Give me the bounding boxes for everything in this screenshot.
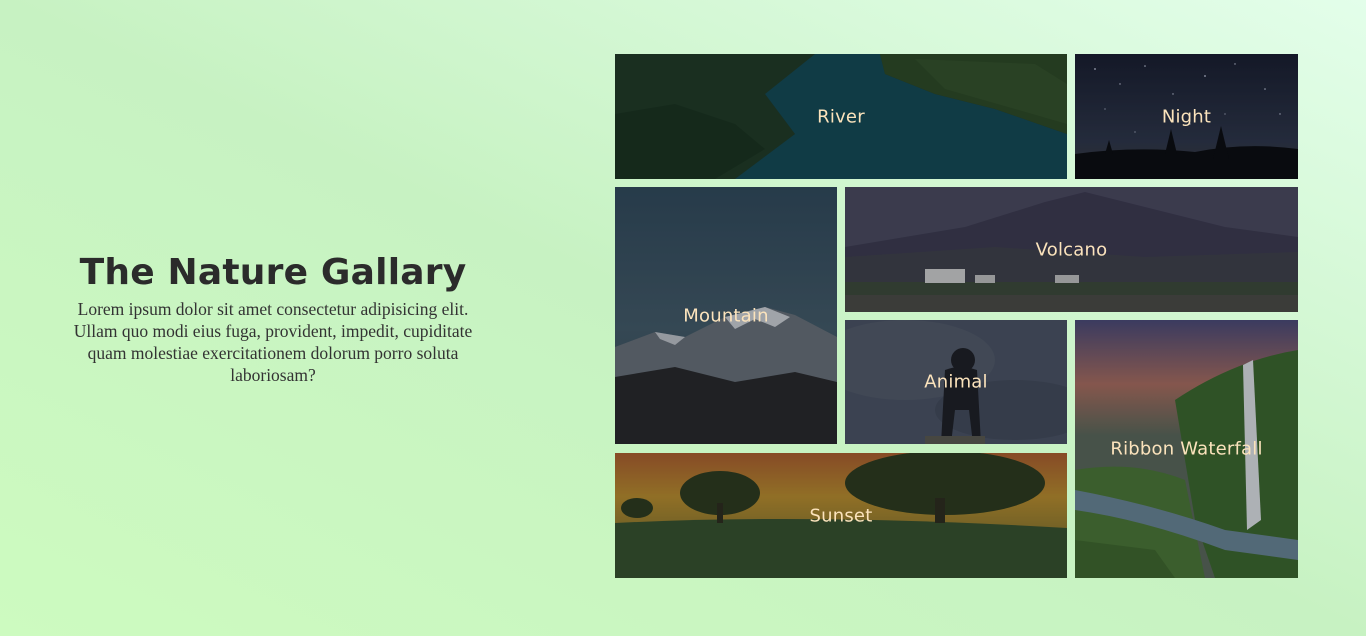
tile-label-volcano: Volcano — [1035, 239, 1108, 260]
tile-label-river: River — [817, 106, 865, 127]
intro-section: The Nature Gallary Lorem ipsum dolor sit… — [68, 250, 478, 386]
gallery-tile-mountain[interactable]: Mountain — [615, 187, 837, 444]
tile-label-sunset: Sunset — [809, 505, 873, 526]
gallery-tile-sunset[interactable]: Sunset — [615, 453, 1067, 578]
tile-label-mountain: Mountain — [683, 305, 769, 326]
intro-description: Lorem ipsum dolor sit amet consectetur a… — [73, 299, 473, 385]
tile-label-animal: Animal — [924, 371, 988, 393]
gallery-tile-volcano[interactable]: Volcano — [845, 187, 1298, 312]
tile-label-ribbon-waterfall: Ribbon Waterfall — [1110, 438, 1263, 460]
gallery-tile-ribbon-waterfall[interactable]: Ribbon Waterfall — [1075, 320, 1298, 578]
gallery-tile-animal[interactable]: Animal — [845, 320, 1067, 444]
tile-label-night: Night — [1161, 106, 1212, 127]
gallery-tile-night[interactable]: Night — [1075, 54, 1298, 179]
gallery-tile-river[interactable]: River — [615, 54, 1067, 179]
page-title: The Nature Gallary — [79, 252, 467, 293]
image-gallery: River Night Mountain Volcano Animal Ribb… — [615, 54, 1298, 578]
